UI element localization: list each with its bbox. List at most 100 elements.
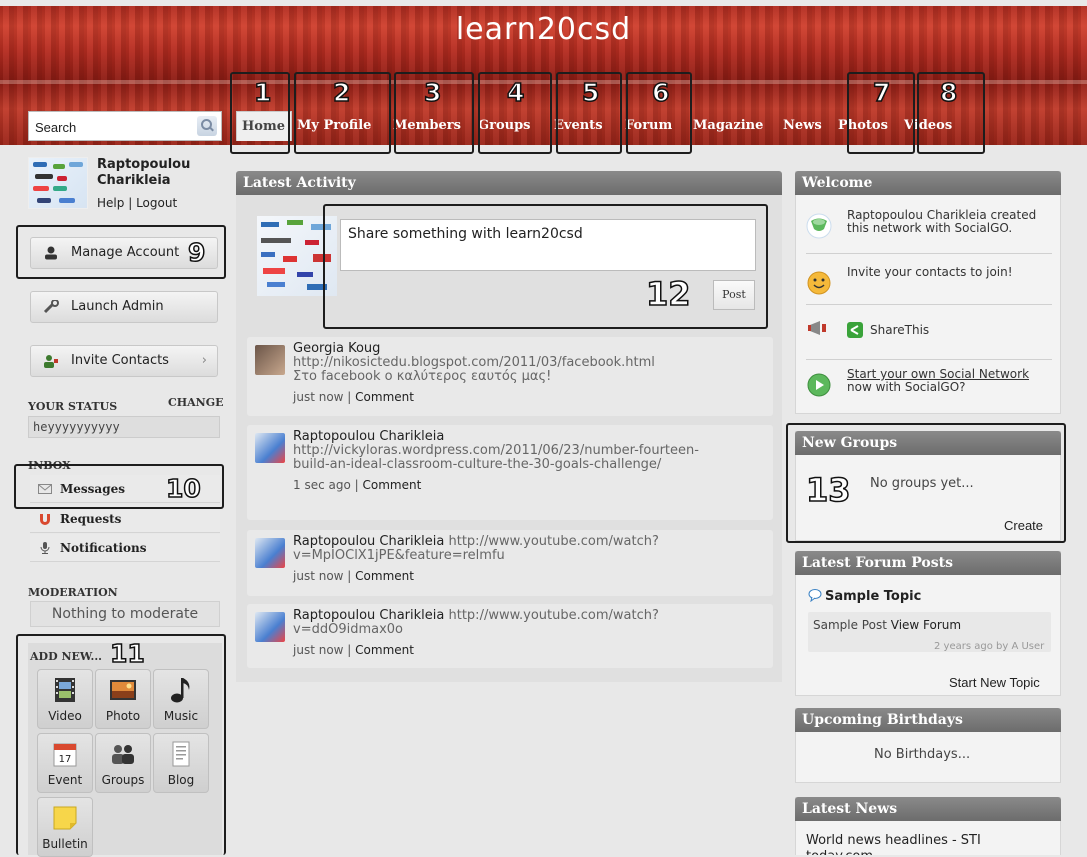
site-title: learn20csd — [455, 12, 632, 47]
activity-item: Raptopoulou Charikleia http://www.youtub… — [247, 530, 773, 596]
moderation-label: MODERATION — [28, 586, 118, 599]
welcome-row-created: Raptopoulou Charikleia created this netw… — [806, 209, 1052, 253]
comment-link[interactable]: Comment — [355, 643, 414, 657]
forum-title: Latest Forum Posts — [795, 551, 1061, 575]
annotation-number-2: 2 — [332, 78, 351, 107]
activity-avatar[interactable] — [255, 538, 285, 568]
moderation-value: Nothing to moderate — [30, 601, 220, 627]
view-forum-link[interactable]: View Forum — [891, 618, 961, 632]
launch-admin-label: Launch Admin — [71, 299, 164, 314]
socialgo-suffix: now with SocialGO? — [847, 380, 966, 394]
search-input[interactable]: Search — [28, 111, 222, 141]
microphone-icon — [40, 542, 50, 554]
welcome-created-text: Raptopoulou Charikleia created this netw… — [847, 208, 1037, 235]
activity-author[interactable]: Georgia Koug — [293, 342, 763, 356]
nav-news[interactable]: News — [778, 111, 833, 141]
activity-time: 1 sec ago — [293, 478, 351, 492]
banner-top-strip — [0, 0, 1087, 6]
comment-link[interactable]: Comment — [355, 569, 414, 583]
start-new-topic-link[interactable]: Start New Topic — [949, 675, 1040, 690]
comment-link[interactable]: Comment — [362, 478, 421, 492]
invite-contacts-label: Invite Contacts — [71, 353, 169, 368]
socialgo-icon — [806, 213, 832, 239]
forum-post-meta: 2 years ago by A User — [934, 641, 1045, 652]
annotation-number-11: 11 — [109, 639, 145, 668]
divider — [806, 304, 1052, 305]
divider — [806, 253, 1052, 254]
help-link[interactable]: Help — [97, 196, 124, 210]
invite-contacts-button[interactable]: Invite Contacts › — [30, 345, 218, 377]
welcome-row-share[interactable]: ShareThis — [806, 316, 1052, 346]
annotation-number-9: 9 — [187, 238, 206, 267]
nav-magazine[interactable]: Magazine — [688, 111, 778, 141]
activity-time: just now — [293, 390, 344, 404]
megaphone-icon — [808, 321, 826, 335]
activity-avatar[interactable] — [255, 345, 285, 375]
sharethis-icon — [847, 322, 863, 338]
invite-icon — [44, 355, 58, 368]
forum-post-link[interactable]: Sample Post — [813, 618, 887, 632]
welcome-title: Welcome — [795, 171, 1061, 195]
user-name[interactable]: Raptopoulou Charikleia — [97, 157, 217, 189]
activity-time: just now — [293, 643, 344, 657]
play-icon — [807, 373, 831, 397]
news-title: Latest News — [795, 797, 1061, 821]
forum-post-row: Sample Post View Forum — [813, 618, 961, 632]
annotation-number-4: 4 — [506, 78, 525, 107]
activity-text: Στο facebook ο καλύτερος εαυτός μας! — [293, 369, 552, 384]
latest-activity-title: Latest Activity — [236, 171, 782, 195]
annotation-number-8: 8 — [939, 78, 958, 107]
magnet-icon — [40, 514, 50, 525]
annotation-number-3: 3 — [423, 78, 442, 107]
annotation-number-6: 6 — [651, 78, 670, 107]
annotation-number-10: 10 — [165, 474, 201, 503]
birthdays-title: Upcoming Birthdays — [795, 708, 1061, 732]
smiley-icon — [807, 271, 831, 295]
link-separator: | — [128, 196, 133, 210]
activity-avatar[interactable] — [255, 433, 285, 463]
activity-avatar[interactable] — [255, 612, 285, 642]
activity-link[interactable]: http://nikosictedu.blogspot.com/2011/03/… — [293, 356, 763, 370]
no-birthdays-text: No Birthdays... — [874, 747, 971, 762]
activity-item: Georgia Koug http://nikosictedu.blogspot… — [247, 337, 773, 416]
annotation-number-1: 1 — [253, 78, 272, 107]
logout-link[interactable]: Logout — [136, 196, 177, 210]
social-network-link[interactable]: Social Network — [940, 367, 1030, 381]
your-status-label: YOUR STATUS — [28, 400, 118, 413]
change-status-link[interactable]: CHANGE — [168, 396, 224, 409]
news-item-link[interactable]: World news headlines - STI today.com — [806, 833, 1006, 855]
start-own-link[interactable]: Start your own — [847, 367, 940, 381]
launch-admin-button[interactable]: Launch Admin — [30, 291, 218, 323]
divider — [806, 359, 1052, 360]
activity-author[interactable]: Raptopoulou Charikleia — [293, 608, 444, 623]
annotation-number-13: 13 — [805, 471, 851, 509]
forum-topic-link[interactable]: Sample Topic — [825, 589, 921, 604]
wrench-icon — [43, 300, 59, 314]
annotation-number-12: 12 — [645, 275, 691, 313]
status-value[interactable]: heyyyyyyyyyy — [28, 416, 220, 438]
welcome-row-start-network: Start your own Social Network now with S… — [806, 368, 1052, 402]
activity-author[interactable]: Raptopoulou Charikleia — [293, 534, 444, 549]
sharethis-label[interactable]: ShareThis — [870, 324, 929, 337]
welcome-row-invite[interactable]: Invite your contacts to join! — [806, 266, 1052, 300]
user-links: Help | Logout — [97, 196, 177, 210]
requests-label: Requests — [60, 512, 122, 526]
activity-item: Raptopoulou Charikleia http://vickyloras… — [247, 425, 773, 520]
comment-link[interactable]: Comment — [355, 390, 414, 404]
search-icon[interactable] — [197, 116, 217, 136]
notifications-label: Notifications — [60, 541, 147, 555]
activity-item: Raptopoulou Charikleia http://www.youtub… — [247, 604, 773, 668]
user-avatar[interactable] — [28, 157, 88, 209]
activity-author[interactable]: Raptopoulou Charikleia — [293, 430, 763, 444]
speech-bubble-icon — [808, 589, 822, 602]
welcome-invite-text[interactable]: Invite your contacts to join! — [847, 266, 1013, 279]
chevron-right-icon: › — [201, 353, 207, 368]
notifications-link[interactable]: Notifications — [30, 534, 220, 562]
requests-link[interactable]: Requests — [30, 505, 220, 533]
annotation-number-5: 5 — [581, 78, 600, 107]
activity-time: just now — [293, 569, 344, 583]
annotation-box-12 — [323, 204, 768, 329]
activity-link[interactable]: http://vickyloras.wordpress.com/2011/06/… — [293, 444, 713, 472]
annotation-number-7: 7 — [872, 78, 891, 107]
search-placeholder: Search — [35, 120, 77, 135]
